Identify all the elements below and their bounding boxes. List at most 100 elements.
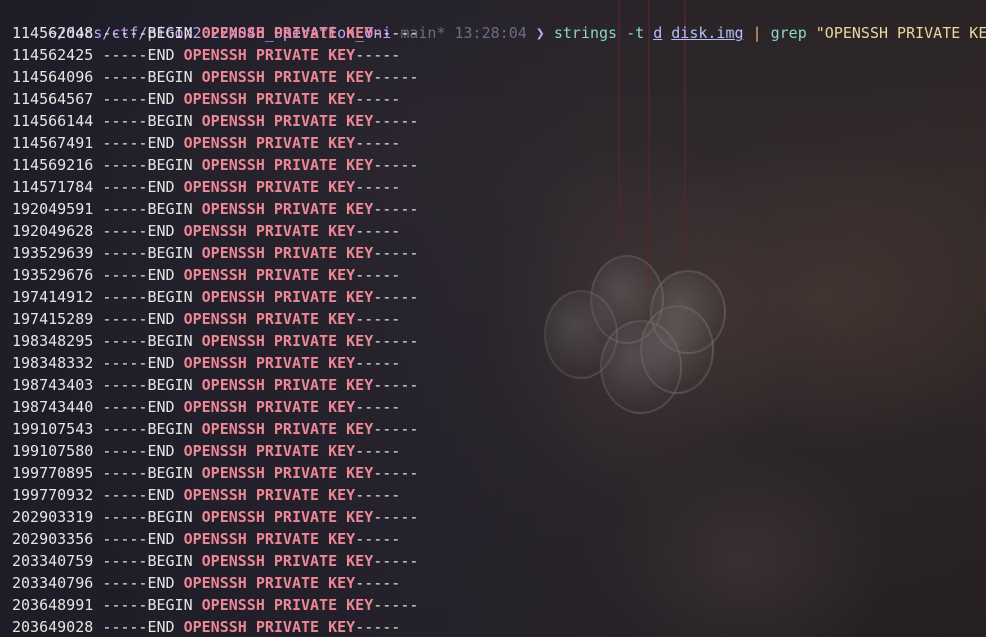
output-line: 199107580 -----END OPENSSH PRIVATE KEY--… [12, 440, 400, 462]
byte-offset: 198348295 [12, 332, 94, 350]
output-line: 193529676 -----END OPENSSH PRIVATE KEY--… [12, 264, 400, 286]
grep-match-word: KEY [346, 244, 374, 262]
grep-match-word: OPENSSH [183, 178, 247, 196]
grep-match-word: PRIVATE [273, 332, 338, 350]
grep-match-word: OPENSSH [201, 332, 265, 350]
grep-match-word: OPENSSH [183, 354, 247, 372]
output-line: 198743403 -----BEGIN OPENSSH PRIVATE KEY… [12, 374, 418, 396]
grep-match-word: KEY [346, 24, 374, 42]
output-line: 114564567 -----END OPENSSH PRIVATE KEY--… [12, 88, 400, 110]
grep-pattern: "OPENSSH PRIVATE KEY" [815, 24, 986, 42]
key-marker-prefix: -----END [102, 398, 184, 416]
grep-match-word: OPENSSH [183, 442, 247, 460]
key-marker-suffix: ----- [355, 134, 401, 152]
grep-match-word: KEY [328, 574, 356, 592]
command-name: strings [553, 24, 618, 42]
key-marker-suffix: ----- [355, 354, 401, 372]
key-marker-prefix: -----END [102, 222, 184, 240]
grep-match-word: PRIVATE [255, 618, 320, 636]
output-line: 114569216 -----BEGIN OPENSSH PRIVATE KEY… [12, 154, 418, 176]
key-marker-suffix: ----- [373, 464, 419, 482]
byte-offset: 202903319 [12, 508, 94, 526]
key-marker-prefix: -----END [102, 134, 184, 152]
grep-match-word: KEY [346, 420, 374, 438]
grep-match-word: KEY [328, 134, 356, 152]
output-line: 114566144 -----BEGIN OPENSSH PRIVATE KEY… [12, 110, 418, 132]
byte-offset: 198348332 [12, 354, 94, 372]
byte-offset: 198743403 [12, 376, 94, 394]
grep-match-word: OPENSSH [183, 486, 247, 504]
key-marker-prefix: -----BEGIN [102, 244, 202, 262]
output-line: 197414912 -----BEGIN OPENSSH PRIVATE KEY… [12, 286, 418, 308]
byte-offset: 198743440 [12, 398, 94, 416]
byte-offset: 114562425 [12, 46, 94, 64]
grep-match-word: KEY [328, 46, 356, 64]
key-marker-prefix: -----END [102, 46, 184, 64]
byte-offset: 114564567 [12, 90, 94, 108]
grep-match-word: PRIVATE [255, 178, 320, 196]
grep-match-word: OPENSSH [201, 24, 265, 42]
grep-match-word: OPENSSH [183, 310, 247, 328]
grep-match-word: KEY [346, 552, 374, 570]
output-line: 199770932 -----END OPENSSH PRIVATE KEY--… [12, 484, 400, 506]
output-line: 114562048 -----BEGIN OPENSSH PRIVATE KEY… [12, 22, 418, 44]
grep-match-word: OPENSSH [183, 134, 247, 152]
grep-match-word: KEY [328, 354, 356, 372]
byte-offset: 193529676 [12, 266, 94, 284]
grep-match-word: KEY [328, 530, 356, 548]
key-marker-prefix: -----END [102, 618, 184, 636]
grep-match-word: PRIVATE [273, 376, 338, 394]
key-marker-prefix: -----END [102, 90, 184, 108]
grep-match-word: PRIVATE [273, 156, 338, 174]
byte-offset: 203648991 [12, 596, 94, 614]
command-file: disk.img [671, 24, 744, 42]
key-marker-prefix: -----END [102, 486, 184, 504]
byte-offset: 192049591 [12, 200, 94, 218]
command-flag: -t [626, 24, 645, 42]
grep-match-word: PRIVATE [255, 222, 320, 240]
byte-offset: 197414912 [12, 288, 94, 306]
key-marker-prefix: -----BEGIN [102, 68, 202, 86]
key-marker-suffix: ----- [355, 46, 401, 64]
key-marker-suffix: ----- [373, 244, 419, 262]
output-line: 199107543 -----BEGIN OPENSSH PRIVATE KEY… [12, 418, 418, 440]
grep-match-word: KEY [346, 508, 374, 526]
grep-match-word: OPENSSH [201, 288, 265, 306]
grep-match-word: OPENSSH [183, 266, 247, 284]
key-marker-suffix: ----- [373, 24, 419, 42]
output-line: 198348295 -----BEGIN OPENSSH PRIVATE KEY… [12, 330, 418, 352]
grep-match-word: KEY [328, 266, 356, 284]
grep-match-word: OPENSSH [201, 552, 265, 570]
grep-match-word: KEY [328, 398, 356, 416]
grep-match-word: OPENSSH [201, 464, 265, 482]
terminal-window[interactable]: ~/docs/ctf/pico/2022/046_Operation_Oni m… [0, 0, 986, 637]
output-line: 203648991 -----BEGIN OPENSSH PRIVATE KEY… [12, 594, 418, 616]
key-marker-prefix: -----END [102, 178, 184, 196]
byte-offset: 199770932 [12, 486, 94, 504]
grep-match-word: KEY [328, 310, 356, 328]
grep-match-word: PRIVATE [273, 112, 338, 130]
grep-match-word: KEY [328, 442, 356, 460]
byte-offset: 114569216 [12, 156, 94, 174]
grep-match-word: PRIVATE [255, 486, 320, 504]
byte-offset: 199770895 [12, 464, 94, 482]
byte-offset: 197415289 [12, 310, 94, 328]
grep-match-word: KEY [346, 112, 374, 130]
key-marker-prefix: -----BEGIN [102, 332, 202, 350]
key-marker-suffix: ----- [355, 574, 401, 592]
output-line: 203340759 -----BEGIN OPENSSH PRIVATE KEY… [12, 550, 418, 572]
key-marker-suffix: ----- [373, 112, 419, 130]
key-marker-suffix: ----- [355, 222, 401, 240]
grep-match-word: PRIVATE [273, 68, 338, 86]
grep-match-word: KEY [328, 222, 356, 240]
command-flag-arg: d [653, 24, 663, 42]
key-marker-prefix: -----BEGIN [102, 200, 202, 218]
grep-match-word: OPENSSH [201, 200, 265, 218]
grep-command: grep [770, 24, 807, 42]
byte-offset: 193529639 [12, 244, 94, 262]
key-marker-prefix: -----BEGIN [102, 596, 202, 614]
output-line: 114567491 -----END OPENSSH PRIVATE KEY--… [12, 132, 400, 154]
grep-match-word: PRIVATE [273, 552, 338, 570]
grep-match-word: PRIVATE [255, 530, 320, 548]
key-marker-suffix: ----- [373, 68, 419, 86]
